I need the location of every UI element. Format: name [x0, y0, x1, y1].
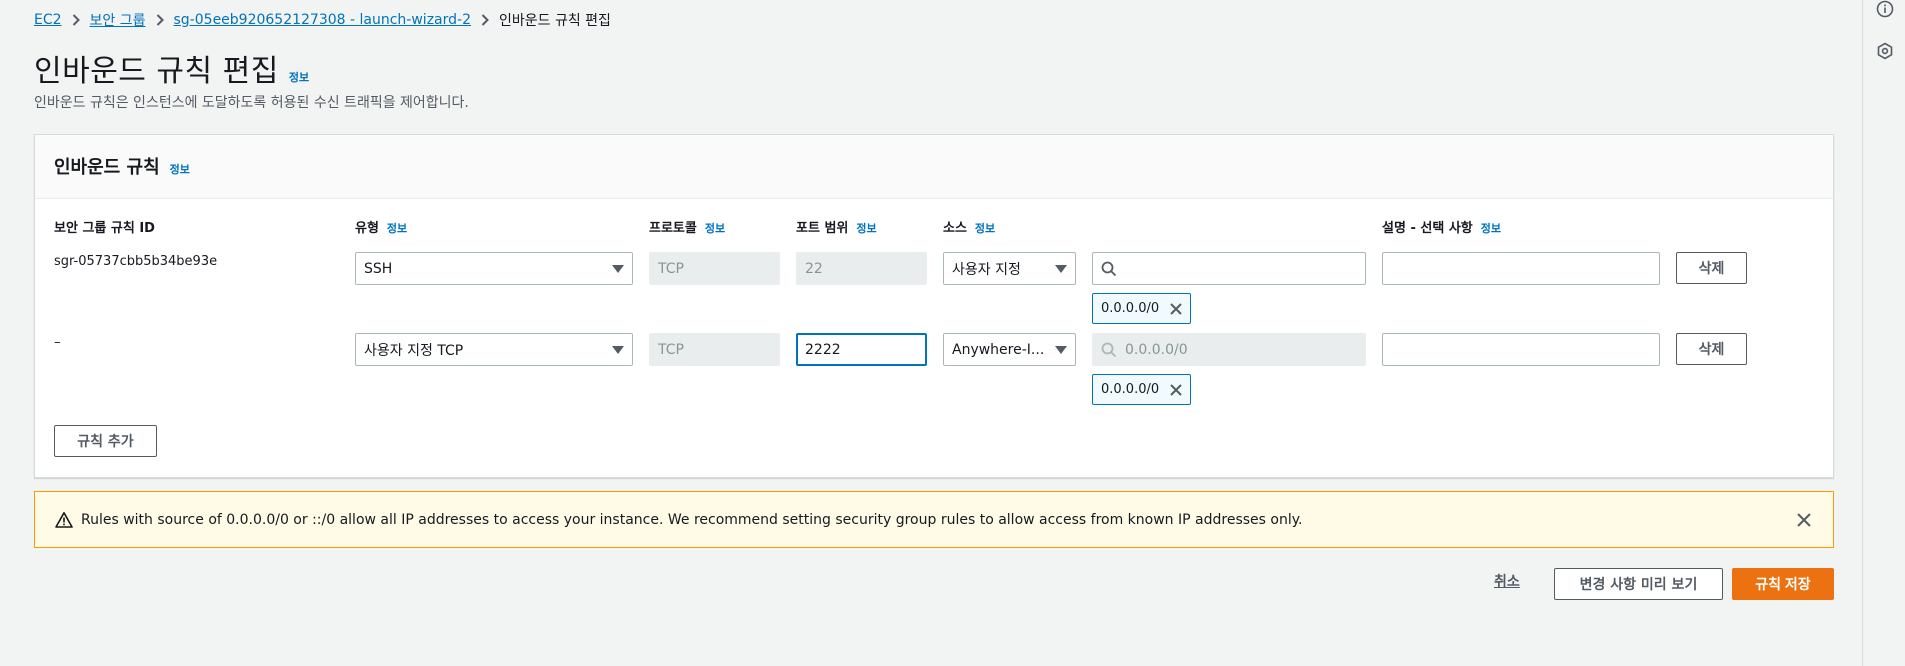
column-header-source: 소스 정보 — [943, 217, 995, 236]
type-select[interactable]: SSH — [355, 252, 633, 285]
search-icon — [1101, 261, 1117, 277]
type-info-link[interactable]: 정보 — [387, 220, 407, 236]
chevron-right-icon — [72, 14, 80, 26]
chevron-right-icon — [156, 14, 164, 26]
search-icon — [1101, 342, 1117, 358]
info-circle-icon[interactable] — [1876, 0, 1894, 18]
column-header-description: 설명 - 선택 사항 정보 — [1382, 217, 1501, 236]
cidr-token-label: 0.0.0.0/0 — [1101, 382, 1160, 397]
column-label: 소스 — [943, 221, 967, 236]
cidr-token: 0.0.0.0/0 — [1092, 293, 1191, 324]
breadcrumb: EC2 보안 그룹 sg-05eeb920652127308 - launch-… — [34, 10, 611, 30]
port-range-input[interactable]: 2222 — [796, 333, 927, 366]
right-rail — [1862, 0, 1905, 666]
chevron-right-icon — [481, 14, 489, 26]
column-label: 설명 - 선택 사항 — [1382, 221, 1473, 236]
delete-rule-button[interactable]: 삭제 — [1676, 333, 1747, 365]
page-header: 인바운드 규칙 편집 정보 — [34, 46, 309, 90]
source-cidr-search-input[interactable] — [1092, 252, 1366, 285]
panel-header: 인바운드 규칙 정보 — [35, 135, 1833, 199]
source-info-link[interactable]: 정보 — [975, 220, 995, 236]
remove-token-icon[interactable] — [1169, 302, 1183, 316]
source-type-value: Anywhere-I... — [952, 341, 1045, 358]
column-label: 프로토콜 — [649, 221, 697, 236]
port-range-field: 22 — [796, 252, 927, 285]
rule-id: – — [54, 335, 61, 350]
column-header-type: 유형 정보 — [355, 217, 407, 236]
protocol-info-link[interactable]: 정보 — [705, 220, 725, 236]
inbound-rules-panel: 인바운드 규칙 정보 보안 그룹 규칙 ID 유형 정보 프로토콜 정보 포트 범위… — [34, 134, 1834, 478]
cancel-button[interactable]: 취소 — [1494, 571, 1520, 591]
save-rules-button[interactable]: 규칙 저장 — [1732, 568, 1834, 600]
cidr-token-label: 0.0.0.0/0 — [1101, 301, 1160, 316]
breadcrumb-security-group-link[interactable]: sg-05eeb920652127308 - launch-wizard-2 — [174, 12, 471, 28]
description-input[interactable] — [1382, 252, 1660, 285]
panel-info-link[interactable]: 정보 — [170, 161, 190, 177]
preview-changes-button[interactable]: 변경 사항 미리 보기 — [1554, 568, 1723, 600]
description-info-link[interactable]: 정보 — [1481, 220, 1501, 236]
caret-down-icon — [1055, 345, 1067, 354]
column-header-protocol: 프로토콜 정보 — [649, 217, 725, 236]
caret-down-icon — [612, 264, 624, 273]
caret-down-icon — [612, 345, 624, 354]
protocol-field: TCP — [649, 333, 780, 366]
settings-hexagon-icon[interactable] — [1876, 42, 1894, 60]
column-header-rule-id: 보안 그룹 규칙 ID — [54, 217, 155, 236]
column-label: 유형 — [355, 221, 379, 236]
cidr-token: 0.0.0.0/0 — [1092, 374, 1191, 405]
source-type-select[interactable]: 사용자 지정 — [943, 252, 1076, 285]
source-type-select[interactable]: Anywhere-I... — [943, 333, 1076, 366]
source-cidr-placeholder: 0.0.0.0/0 — [1125, 341, 1188, 358]
remove-token-icon[interactable] — [1169, 383, 1183, 397]
add-rule-button[interactable]: 규칙 추가 — [54, 425, 157, 457]
type-select-value: SSH — [364, 260, 393, 277]
source-type-value: 사용자 지정 — [952, 261, 1021, 278]
port-range-info-link[interactable]: 정보 — [856, 220, 876, 236]
type-select-value: 사용자 지정 TCP — [364, 342, 464, 359]
breadcrumb-ec2-link[interactable]: EC2 — [34, 12, 62, 28]
panel-title: 인바운드 규칙 — [54, 157, 160, 178]
column-label: 보안 그룹 규칙 ID — [54, 221, 155, 236]
delete-rule-button[interactable]: 삭제 — [1676, 252, 1747, 284]
type-select[interactable]: 사용자 지정 TCP — [355, 333, 633, 366]
protocol-field: TCP — [649, 252, 780, 285]
rule-id: sgr-05737cbb5b34be93e — [54, 254, 218, 269]
caret-down-icon — [1055, 264, 1067, 273]
warning-alert: Rules with source of 0.0.0.0/0 or ::/0 a… — [34, 491, 1834, 548]
page-info-link[interactable]: 정보 — [289, 69, 309, 85]
column-label: 포트 범위 — [796, 221, 849, 236]
description-input[interactable] — [1382, 333, 1660, 366]
warning-icon — [55, 511, 73, 529]
page-title: 인바운드 규칙 편집 — [34, 54, 279, 89]
breadcrumb-current: 인바운드 규칙 편집 — [498, 13, 611, 29]
column-header-port-range: 포트 범위 정보 — [796, 217, 877, 236]
source-cidr-search-input: 0.0.0.0/0 — [1092, 333, 1366, 366]
warning-message: Rules with source of 0.0.0.0/0 or ::/0 a… — [81, 511, 1303, 528]
page-description: 인바운드 규칙은 인스턴스에 도달하도록 허용된 수신 트래픽을 제어합니다. — [34, 95, 469, 111]
close-icon[interactable] — [1795, 511, 1813, 529]
breadcrumb-security-groups-link[interactable]: 보안 그룹 — [90, 10, 146, 30]
